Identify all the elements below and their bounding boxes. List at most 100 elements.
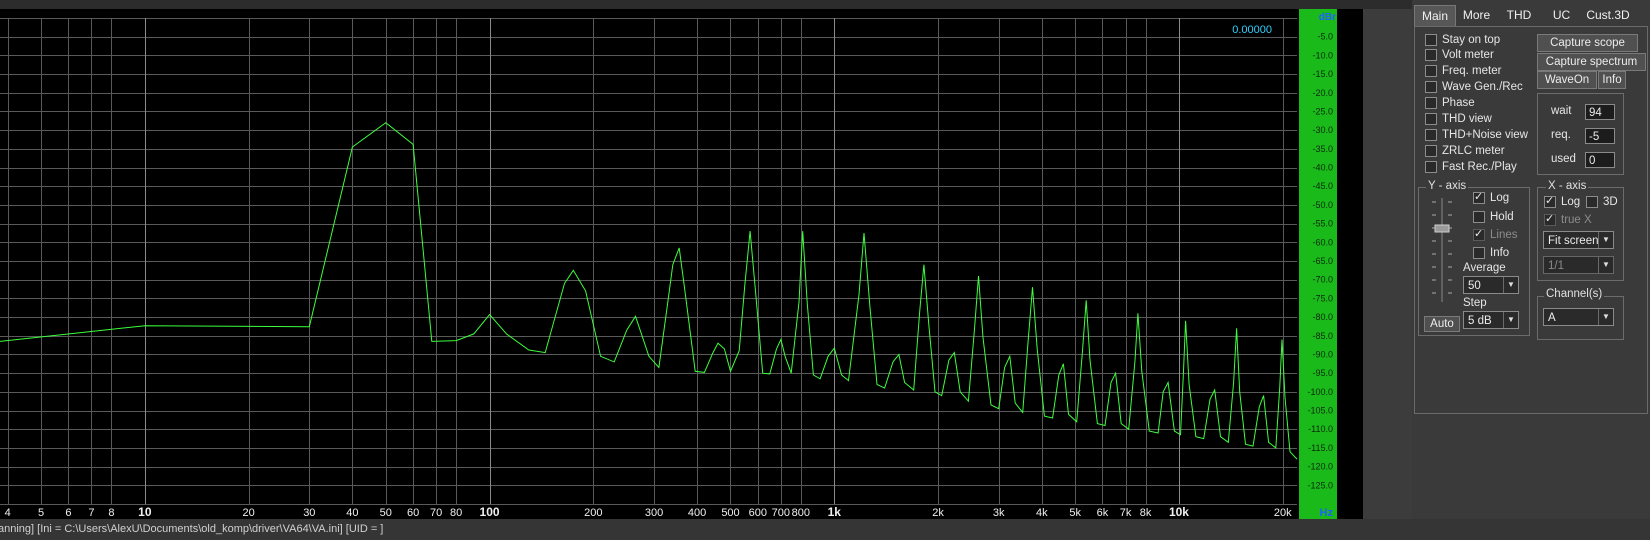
wait-field[interactable]: 94 [1585, 104, 1615, 120]
thd-noise-view-checkbox[interactable] [1425, 128, 1437, 141]
spectrum-plot-svg: dBr -5.0 -10.0 -15.0 -20.0 -25.0 -30.0 -35.0 -40… [0, 9, 1337, 519]
y-info-label: Info [1490, 246, 1510, 259]
option-thd-noise-view[interactable]: THD+Noise view [1425, 127, 1528, 142]
x-3d-toggle[interactable]: 3D [1586, 194, 1618, 209]
y-tick-label: -100.0 [1307, 387, 1333, 397]
zrlc-meter-checkbox[interactable] [1425, 144, 1437, 157]
tab-more[interactable]: More [1455, 5, 1498, 25]
spectrum-plot[interactable]: dBr -5.0 -10.0 -15.0 -20.0 -25.0 -30.0 -35.0 -40… [0, 9, 1363, 519]
y-log-toggle[interactable]: Log [1473, 190, 1509, 205]
waveon-button[interactable]: WaveOn [1537, 71, 1597, 89]
auto-button[interactable]: Auto [1424, 316, 1460, 332]
y-lines-toggle[interactable]: Lines [1473, 227, 1518, 242]
y-tick-label: -95.0 [1312, 368, 1333, 378]
step-label: Step [1463, 297, 1487, 309]
y-tick-label: -115.0 [1308, 443, 1333, 453]
channel-chevron-down-icon: ▼ [1598, 309, 1613, 325]
y-info-checkbox[interactable] [1473, 246, 1485, 259]
y-scale-slider-ticks [1432, 198, 1452, 302]
tab-main[interactable]: Main [1414, 5, 1456, 26]
y-tick-label: -5.0 [1317, 32, 1333, 42]
req-field[interactable]: -5 [1585, 128, 1615, 144]
used-label: used [1551, 153, 1576, 165]
x-tick-label: 10k [1169, 505, 1189, 519]
x-tick-label: 30 [303, 507, 315, 519]
option-stay-on-top[interactable]: Stay on top [1425, 32, 1500, 47]
average-select[interactable]: 50 ▼ [1463, 276, 1519, 294]
y-log-label: Log [1490, 191, 1510, 204]
y-tick-label: -85.0 [1312, 331, 1333, 341]
option-volt-meter[interactable]: Volt meter [1425, 47, 1494, 62]
freq-meter-checkbox[interactable] [1425, 64, 1437, 77]
option-thd-view[interactable]: THD view [1425, 111, 1492, 126]
capture-spectrum-button[interactable]: Capture spectrum [1537, 53, 1646, 71]
volt-meter-checkbox[interactable] [1425, 48, 1437, 61]
x-tick-label: 8 [108, 507, 114, 519]
fast-rec-checkbox[interactable] [1425, 160, 1437, 173]
x-true-x-label: true X [1561, 213, 1592, 226]
fit-screen-select[interactable]: Fit screen ▼ [1543, 231, 1614, 249]
ratio-select[interactable]: 1/1 ▼ [1543, 256, 1614, 274]
y-tick-label: -55.0 [1312, 219, 1333, 229]
x-unit-label: Hz [1320, 507, 1334, 519]
average-chevron-down-icon: ▼ [1503, 277, 1518, 293]
thd-view-checkbox[interactable] [1425, 112, 1437, 125]
x-tick-label: 7k [1120, 507, 1132, 519]
tab-cust3d[interactable]: Cust.3D [1584, 5, 1632, 25]
average-value: 50 [1468, 280, 1481, 292]
y-lines-checkbox[interactable] [1473, 227, 1485, 241]
x-tick-label: 5 [38, 507, 44, 519]
stay-on-top-checkbox[interactable] [1425, 33, 1437, 46]
info-button[interactable]: Info [1598, 71, 1626, 89]
wave-gen-checkbox[interactable] [1425, 80, 1437, 93]
average-label: Average [1463, 262, 1506, 274]
x-tick-label: 1k [828, 505, 842, 519]
x-tick-label: 500 [721, 507, 739, 519]
y-tick-label: -60.0 [1312, 237, 1333, 247]
y-tick-label: -35.0 [1312, 144, 1333, 154]
tab-thd[interactable]: THD [1499, 5, 1539, 25]
x-tick-label: 600 [749, 507, 767, 519]
x-log-label: Log [1561, 195, 1581, 208]
channels-title: Channel(s) [1544, 288, 1605, 300]
x-tick-label: 400 [688, 507, 706, 519]
option-zrlc-meter[interactable]: ZRLC meter [1425, 143, 1505, 158]
option-freq-meter[interactable]: Freq. meter [1425, 63, 1501, 78]
x-tick-label: 20k [1274, 507, 1292, 519]
y-tick-label: -45.0 [1312, 181, 1333, 191]
step-value: 5 dB [1468, 315, 1492, 327]
x-tick-label: 8k [1140, 507, 1152, 519]
x-true-x-checkbox[interactable] [1544, 212, 1556, 226]
option-fast-rec[interactable]: Fast Rec./Play [1425, 159, 1517, 174]
x-log-toggle[interactable]: Log [1544, 194, 1580, 209]
y-log-checkbox[interactable] [1473, 190, 1485, 204]
option-phase[interactable]: Phase [1425, 95, 1475, 110]
option-wave-gen[interactable]: Wave Gen./Rec [1425, 79, 1523, 94]
y-tick-label: -105.0 [1307, 406, 1333, 416]
y-hold-label: Hold [1490, 210, 1514, 223]
y-hold-checkbox[interactable] [1473, 210, 1485, 223]
y-tick-label: -125.0 [1307, 480, 1333, 490]
phase-checkbox[interactable] [1425, 96, 1437, 109]
phase-label: Phase [1442, 96, 1475, 109]
zrlc-meter-label: ZRLC meter [1442, 144, 1505, 157]
x-tick-label: 200 [584, 507, 602, 519]
x-3d-label: 3D [1603, 195, 1618, 208]
x-true-x-toggle[interactable]: true X [1544, 212, 1592, 227]
ratio-chevron-down-icon: ▼ [1598, 257, 1613, 273]
x-3d-checkbox[interactable] [1586, 195, 1598, 208]
step-select[interactable]: 5 dB ▼ [1463, 311, 1519, 329]
x-log-checkbox[interactable] [1544, 194, 1556, 208]
tab-uc[interactable]: UC [1540, 5, 1583, 25]
x-tick-label: 7 [88, 507, 94, 519]
y-hold-toggle[interactable]: Hold [1473, 209, 1514, 224]
y-info-toggle[interactable]: Info [1473, 245, 1509, 260]
channel-select[interactable]: A ▼ [1543, 308, 1614, 326]
freq-meter-label: Freq. meter [1442, 64, 1502, 77]
y-scale-slider[interactable] [1430, 196, 1454, 308]
capture-scope-button[interactable]: Capture scope [1537, 34, 1638, 52]
used-field[interactable]: 0 [1585, 152, 1615, 168]
x-tick-label: 40 [346, 507, 358, 519]
y-tick-label: -110.0 [1308, 424, 1333, 434]
y-tick-label: -10.0 [1312, 50, 1333, 60]
